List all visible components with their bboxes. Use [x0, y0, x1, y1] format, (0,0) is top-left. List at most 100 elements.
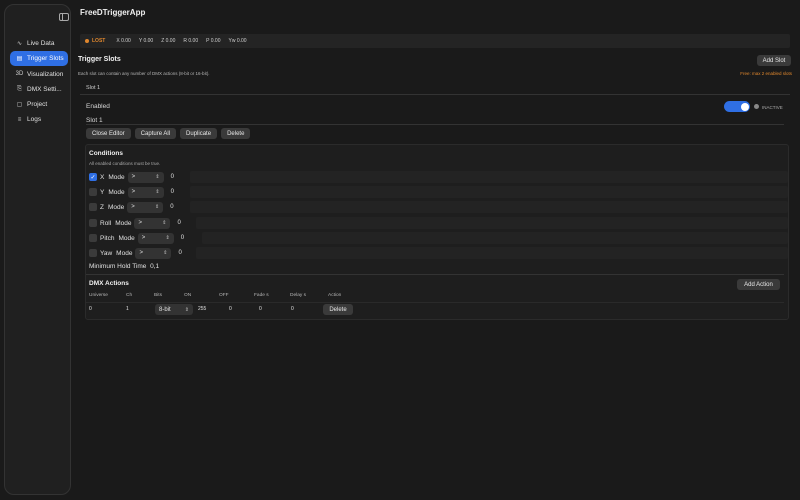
condition-mode-label: Mode: [115, 219, 132, 227]
divider: [86, 302, 784, 303]
sidebar: ∿ Live Data ▤ Trigger Slots 3D Visualizatio…: [4, 4, 71, 495]
tab-slot-1[interactable]: Slot 1: [86, 85, 100, 91]
condition-roll-checkbox[interactable]: [89, 219, 97, 227]
col-on: ON: [184, 293, 192, 298]
inactive-indicator-icon: [754, 104, 759, 109]
condition-yaw-checkbox[interactable]: [89, 249, 97, 257]
dmx-ch-value[interactable]: 1: [126, 306, 129, 312]
condition-z-operator-select[interactable]: > ⇕: [127, 201, 164, 213]
condition-y-operator-select[interactable]: > ⇕: [127, 186, 164, 198]
condition-y-field[interactable]: [190, 186, 788, 198]
coord-y: Y 0.00: [138, 38, 154, 44]
slot-name: Slot 1: [86, 117, 103, 124]
condition-x-field[interactable]: [190, 171, 788, 183]
slots-icon: ▤: [16, 56, 23, 63]
condition-mode-label: Mode: [116, 249, 133, 257]
dmx-delay-value[interactable]: 0: [291, 306, 294, 312]
dmx-on-value[interactable]: 255: [198, 306, 206, 312]
condition-row-x: ✓ X Mode > ⇕ 0: [89, 171, 174, 183]
condition-x-checkbox[interactable]: ✓: [89, 173, 97, 181]
chevron-updown-icon: ⇕: [155, 189, 160, 195]
dmx-actions-title: DMX Actions: [89, 280, 129, 287]
status-dot-icon: [85, 39, 89, 43]
dmx-icon: ⎘: [17, 85, 22, 92]
condition-z-checkbox[interactable]: [89, 203, 97, 211]
col-off: OFF: [219, 293, 229, 298]
condition-row-yaw: Yaw Mode > ⇕ 0: [89, 247, 182, 259]
dmx-off-value[interactable]: 0: [229, 306, 232, 312]
chevron-updown-icon: ⇕: [184, 306, 189, 313]
condition-y-checkbox[interactable]: [89, 188, 97, 196]
condition-axis-label: Roll: [100, 219, 112, 227]
condition-pitch-value[interactable]: 0: [181, 235, 184, 241]
condition-yaw-field[interactable]: [196, 247, 788, 259]
coord-r: R 0.00: [183, 38, 199, 44]
sidebar-item-project[interactable]: ▢ Project: [10, 97, 68, 112]
conditions-title: Conditions: [89, 150, 123, 157]
dmx-universe-value[interactable]: 0: [89, 306, 92, 312]
condition-pitch-operator-select[interactable]: > ⇕: [137, 232, 174, 244]
condition-axis-label: Z: [100, 203, 104, 211]
condition-row-pitch: Pitch Mode > ⇕ 0: [89, 232, 184, 244]
conditions-subtitle: All enabled conditions must be true.: [89, 161, 161, 166]
3d-icon: 3D: [15, 71, 24, 78]
condition-z-value[interactable]: 0: [170, 204, 173, 210]
sidebar-nav: ∿ Live Data ▤ Trigger Slots 3D Visualizatio…: [10, 36, 68, 128]
condition-roll-field[interactable]: [196, 217, 788, 229]
min-hold-time-label: Minimum Hold Time: [89, 263, 147, 270]
sidebar-item-trigger-slots[interactable]: ▤ Trigger Slots: [10, 51, 68, 67]
min-hold-time: Minimum Hold Time 0,1: [89, 263, 159, 270]
condition-x-operator-select[interactable]: > ⇕: [127, 171, 164, 183]
condition-pitch-field[interactable]: [202, 232, 788, 244]
delete-action-button[interactable]: Delete: [323, 304, 353, 315]
duplicate-button[interactable]: Duplicate: [180, 128, 218, 139]
condition-axis-label: Pitch: [100, 234, 115, 242]
condition-yaw-value[interactable]: 0: [178, 250, 181, 256]
condition-y-value[interactable]: 0: [171, 189, 174, 195]
sidebar-item-label: DMX Setti...: [27, 85, 62, 93]
sidebar-item-dmx-settings[interactable]: ⎘ DMX Setti...: [10, 82, 68, 97]
condition-x-value[interactable]: 0: [171, 174, 174, 180]
chevron-updown-icon: ⇕: [163, 250, 168, 256]
add-slot-button[interactable]: Add Slot: [757, 55, 791, 66]
condition-row-z: Z Mode > ⇕ 0: [89, 201, 174, 213]
enabled-toggle[interactable]: [724, 101, 750, 112]
condition-row-roll: Roll Mode > ⇕ 0: [89, 217, 181, 229]
sidebar-item-label: Visualization: [27, 70, 64, 78]
sidebar-item-logs[interactable]: ≡ Logs: [10, 112, 68, 127]
sidebar-toggle-icon[interactable]: [59, 13, 69, 21]
dmx-fade-value[interactable]: 0: [259, 306, 262, 312]
sidebar-item-visualization[interactable]: 3D Visualization: [10, 67, 68, 82]
page-subtitle: Each slot can contain any number of DMX …: [78, 71, 210, 76]
slot-action-buttons: Close Editor Capture All Duplicate Delet…: [86, 128, 251, 139]
dmx-bits-select[interactable]: 8-bit ⇕: [155, 304, 193, 315]
document-icon: ≡: [17, 116, 22, 123]
capture-all-button[interactable]: Capture All: [134, 128, 177, 139]
col-fade: Fade s: [254, 293, 269, 298]
sidebar-item-live-data[interactable]: ∿ Live Data: [10, 36, 68, 51]
col-universe: Universe: [89, 293, 108, 298]
sidebar-item-label: Project: [27, 101, 48, 109]
free-limit-note: Free: max 2 enabled slots: [740, 71, 792, 76]
divider: [86, 124, 784, 125]
min-hold-time-value[interactable]: 0,1: [150, 263, 159, 270]
close-editor-button[interactable]: Close Editor: [86, 128, 131, 139]
condition-roll-operator-select[interactable]: > ⇕: [134, 217, 171, 229]
delete-slot-button[interactable]: Delete: [221, 128, 251, 139]
condition-row-y: Y Mode > ⇕ 0: [89, 186, 174, 198]
condition-mode-label: Mode: [108, 188, 125, 196]
chevron-updown-icon: ⇕: [155, 174, 160, 180]
condition-roll-value[interactable]: 0: [177, 220, 180, 226]
condition-yaw-operator-select[interactable]: > ⇕: [135, 247, 172, 259]
coord-x: X 0.00: [116, 38, 131, 44]
col-bits: Bits: [154, 293, 162, 298]
app-title: FreeDTriggerApp: [80, 8, 146, 17]
pulse-icon: ∿: [16, 41, 23, 47]
inactive-label: INACTIVE: [762, 104, 783, 110]
condition-z-field[interactable]: [190, 201, 788, 213]
enabled-label: Enabled: [86, 103, 110, 110]
sidebar-item-label: Live Data: [27, 40, 55, 47]
tracking-state: LOST: [92, 38, 106, 44]
condition-pitch-checkbox[interactable]: [89, 234, 97, 242]
add-action-button[interactable]: Add Action: [737, 279, 780, 290]
